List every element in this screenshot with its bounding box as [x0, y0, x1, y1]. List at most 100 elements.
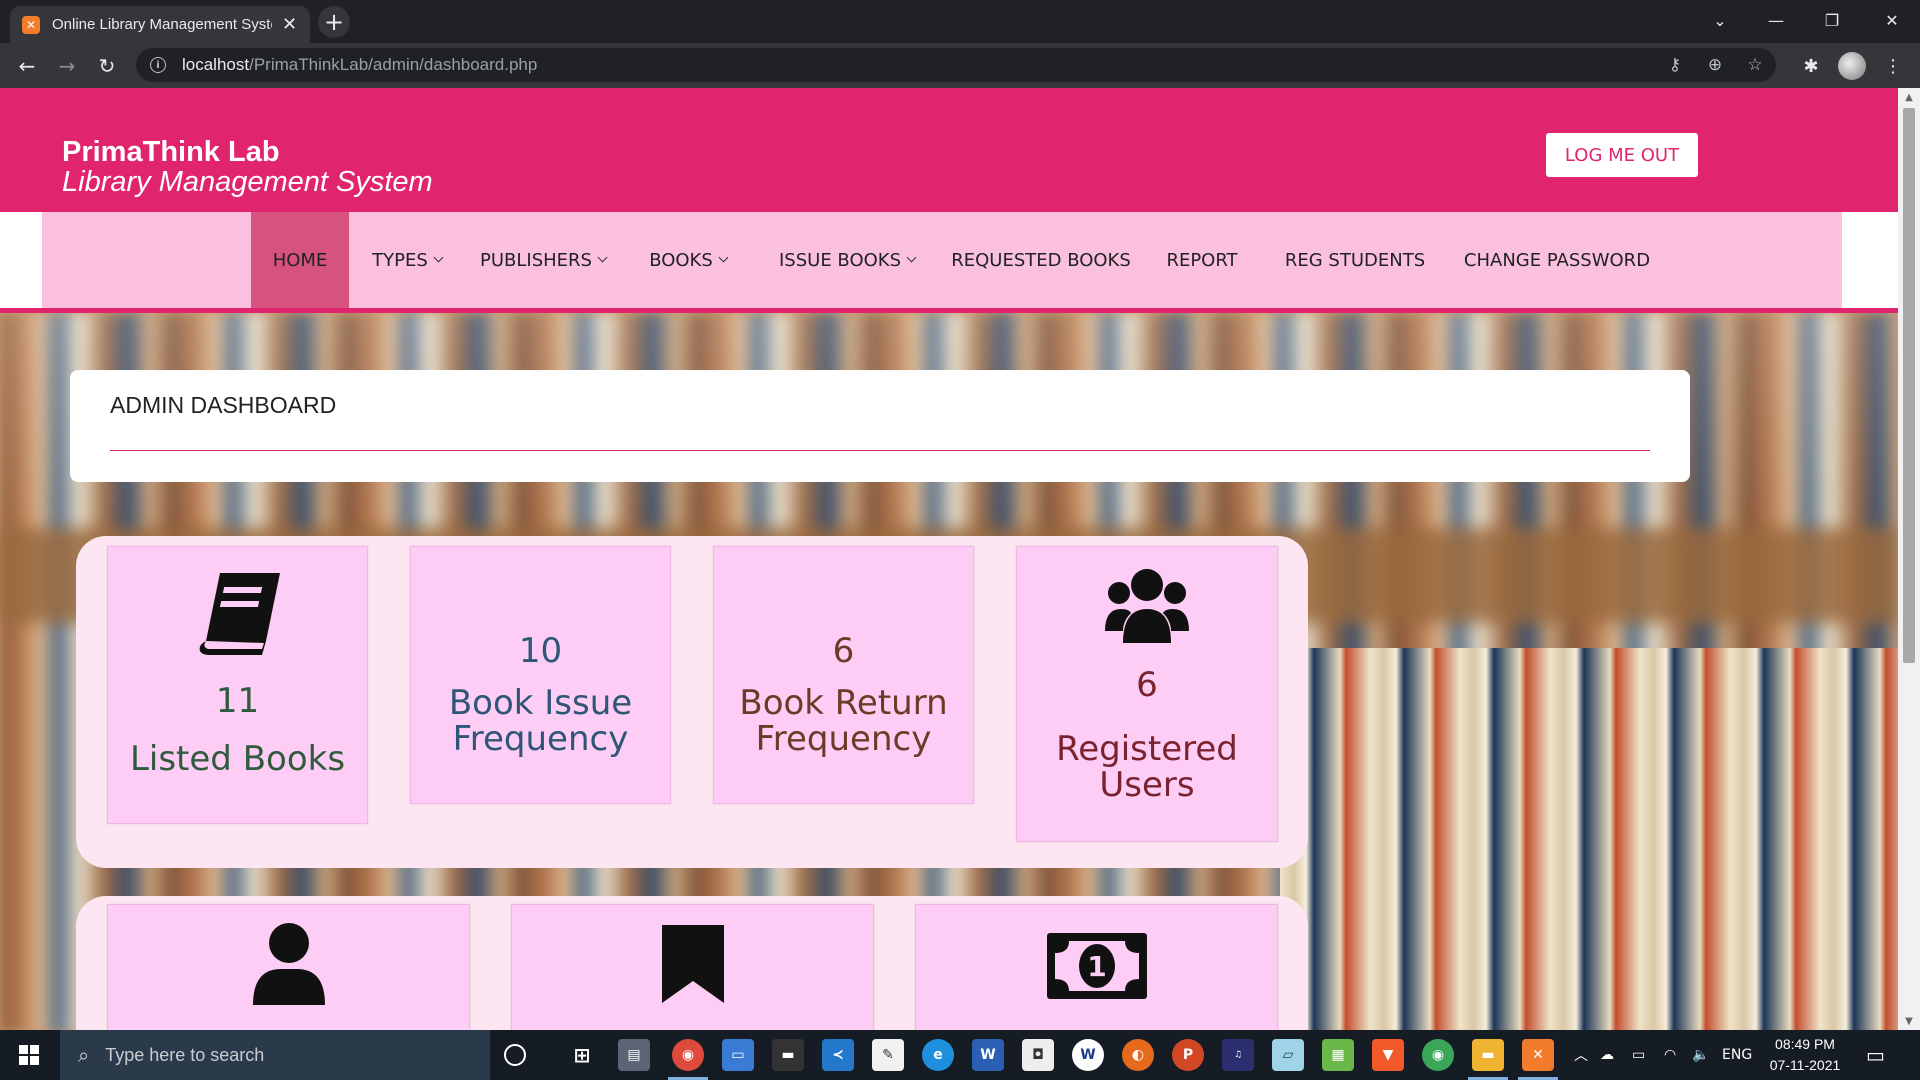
- stat-label-line2: Frequency: [755, 719, 932, 759]
- stat-card-book-issue[interactable]: 10 Book Issue Frequency: [410, 546, 671, 804]
- tab-close-icon[interactable]: ✕: [282, 14, 297, 35]
- books-foreground-background: [1280, 648, 1898, 1030]
- stat-label-line2: Users: [1099, 765, 1195, 805]
- title-divider: [110, 450, 1650, 451]
- tray-overflow-icon[interactable]: ︿: [1574, 1030, 1588, 1080]
- brave-icon[interactable]: ▼: [1372, 1039, 1404, 1071]
- chevron-down-icon: [597, 252, 608, 263]
- restore-button[interactable]: ❐: [1804, 0, 1860, 40]
- zoom-icon[interactable]: ⊕: [1700, 48, 1730, 82]
- clock-date: 07-11-2021: [1769, 1057, 1841, 1073]
- scroll-up-arrow-icon[interactable]: ▲: [1898, 88, 1920, 106]
- nav-types[interactable]: TYPES: [364, 212, 450, 308]
- main-nav: HOME TYPES PUBLISHERS BOOKS ISSUE BOOKS …: [42, 212, 1842, 308]
- windows-logo-icon: [19, 1045, 39, 1065]
- chevron-down-icon: [718, 252, 729, 263]
- book-icon: [192, 569, 284, 657]
- nav-reg-students[interactable]: REG STUDENTS: [1284, 212, 1426, 308]
- file-explorer-icon[interactable]: ▬: [1472, 1039, 1504, 1071]
- nav-books[interactable]: BOOKS: [644, 212, 732, 308]
- url-host: localhost: [182, 55, 250, 74]
- new-tab-button[interactable]: +: [318, 6, 350, 38]
- bookmark-icon: [658, 921, 728, 1005]
- tab-search-icon[interactable]: ⌄: [1692, 0, 1748, 40]
- extensions-puzzle-icon[interactable]: ✱: [1796, 51, 1826, 81]
- edge-icon[interactable]: e: [922, 1039, 954, 1071]
- onedrive-icon[interactable]: ☁: [1600, 1030, 1614, 1080]
- task-view-icon[interactable]: ⊞: [566, 1039, 598, 1071]
- remote-desktop-icon[interactable]: ▭: [722, 1039, 754, 1071]
- nav-home[interactable]: HOME: [251, 212, 349, 308]
- stat-label-line1: Registered: [1056, 729, 1238, 769]
- url-path: /PrimaThinkLab/admin/dashboard.php: [249, 55, 538, 74]
- firefox-icon[interactable]: ◐: [1122, 1039, 1154, 1071]
- back-arrow-icon[interactable]: ←: [12, 51, 42, 81]
- scroll-thumb[interactable]: [1903, 108, 1915, 663]
- stat-value: 11: [215, 681, 260, 721]
- minimize-button[interactable]: —: [1748, 0, 1804, 40]
- vscode-icon[interactable]: ≺: [822, 1039, 854, 1071]
- forward-arrow-icon[interactable]: →: [52, 51, 82, 81]
- language-indicator[interactable]: ENG: [1722, 1030, 1752, 1080]
- search-icon: ⌕: [78, 1043, 90, 1067]
- close-window-button[interactable]: ✕: [1864, 0, 1920, 40]
- stat-card-fines[interactable]: 1: [915, 904, 1278, 1030]
- stat-label-line2: Frequency: [452, 719, 629, 759]
- page-title: ADMIN DASHBOARD: [110, 392, 337, 418]
- nav-wrapper: HOME TYPES PUBLISHERS BOOKS ISSUE BOOKS …: [0, 212, 1898, 312]
- browser-tab-strip: ✕ Online Library Management System ✕ + ⌄…: [0, 0, 1920, 43]
- profile-avatar[interactable]: [1838, 52, 1866, 80]
- battery-icon[interactable]: ▭: [1632, 1030, 1645, 1080]
- stat-card-registered-users[interactable]: 6 Registered Users: [1016, 546, 1278, 842]
- clock-time: 08:49 PM: [1775, 1036, 1835, 1052]
- taskbar-search-box[interactable]: ⌕ Type here to search: [60, 1030, 490, 1080]
- bookmark-star-icon[interactable]: ☆: [1740, 48, 1770, 82]
- chrome-profile-icon[interactable]: ◉: [1422, 1039, 1454, 1071]
- stat-card-bookmarks[interactable]: [511, 904, 874, 1030]
- money-bill-icon: 1: [1045, 931, 1149, 1001]
- browser-menu-icon[interactable]: ⋮: [1878, 51, 1908, 81]
- powerpoint-icon[interactable]: P: [1172, 1039, 1204, 1071]
- notifications-icon[interactable]: ▭: [1866, 1030, 1885, 1080]
- nav-requested-books[interactable]: REQUESTED BOOKS: [951, 212, 1131, 308]
- browser-tab[interactable]: ✕ Online Library Management System ✕: [10, 6, 310, 43]
- sql-app-icon[interactable]: ▤: [618, 1039, 650, 1071]
- site-header: PrimaThink Lab Library Management System…: [0, 88, 1898, 212]
- camera-icon[interactable]: ◘: [1022, 1039, 1054, 1071]
- image-app-icon[interactable]: ▦: [1322, 1039, 1354, 1071]
- stat-card-listed-books[interactable]: 11 Listed Books: [107, 546, 368, 824]
- nav-change-password[interactable]: CHANGE PASSWORD: [1462, 212, 1652, 308]
- amazon-music-icon[interactable]: ♫: [1222, 1039, 1254, 1071]
- reload-icon[interactable]: ↻: [92, 51, 122, 81]
- site-info-icon[interactable]: i: [150, 57, 166, 73]
- nav-report[interactable]: REPORT: [1164, 212, 1240, 308]
- svg-text:1: 1: [1087, 950, 1106, 983]
- notepad-icon[interactable]: ✎: [872, 1039, 904, 1071]
- word-icon[interactable]: W: [972, 1039, 1004, 1071]
- cortana-icon[interactable]: [504, 1044, 526, 1066]
- stat-label-line1: Book Return: [739, 683, 948, 723]
- wifi-icon[interactable]: ◠: [1664, 1030, 1676, 1080]
- users-icon: [1105, 565, 1189, 645]
- scroll-down-arrow-icon[interactable]: ▼: [1898, 1012, 1920, 1030]
- key-icon[interactable]: ⚷: [1660, 48, 1690, 82]
- page-scrollbar[interactable]: ▲ ▼: [1898, 88, 1920, 1030]
- logout-button[interactable]: LOG ME OUT: [1546, 133, 1698, 177]
- chrome-icon[interactable]: ◉: [672, 1039, 704, 1071]
- brand-name: PrimaThink Lab: [62, 136, 280, 168]
- web-app-icon[interactable]: W: [1072, 1039, 1104, 1071]
- xampp-icon[interactable]: ✕: [1522, 1039, 1554, 1071]
- system-clock[interactable]: 08:49 PM 07-11-2021: [1760, 1034, 1850, 1076]
- nav-issue-books[interactable]: ISSUE BOOKS: [774, 212, 920, 308]
- dashboard-title-card: ADMIN DASHBOARD: [70, 370, 1690, 482]
- search-placeholder: Type here to search: [105, 1044, 265, 1065]
- windows-taskbar: ⌕ Type here to search ⊞ ▤ ◉ ▭ ▬ ≺ ✎ e W …: [0, 1030, 1920, 1080]
- notes-app-icon[interactable]: ▱: [1272, 1039, 1304, 1071]
- address-bar[interactable]: i localhost/PrimaThinkLab/admin/dashboar…: [136, 48, 1776, 82]
- windows-start-button[interactable]: [0, 1030, 58, 1080]
- volume-icon[interactable]: 🔈: [1692, 1030, 1709, 1080]
- terminal-icon[interactable]: ▬: [772, 1039, 804, 1071]
- stat-card-book-return[interactable]: 6 Book Return Frequency: [713, 546, 974, 804]
- stat-card-students[interactable]: [107, 904, 470, 1030]
- nav-publishers[interactable]: PUBLISHERS: [476, 212, 610, 308]
